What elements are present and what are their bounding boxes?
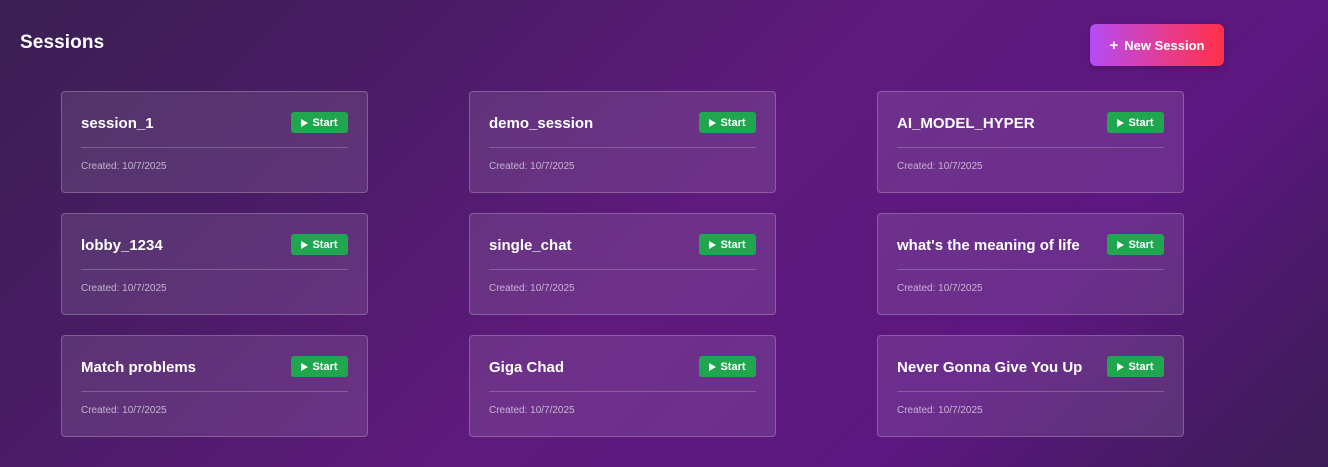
play-icon: [1117, 362, 1125, 371]
session-card: demo_session Start Created: 10/7/2025: [469, 91, 776, 193]
session-name: single_chat: [489, 237, 572, 254]
start-button[interactable]: Start: [1107, 356, 1164, 377]
created-date: Created: 10/7/2025: [489, 283, 575, 294]
session-card: session_1 Start Created: 10/7/2025: [61, 91, 368, 193]
created-date: Created: 10/7/2025: [81, 283, 167, 294]
new-session-button[interactable]: + New Session: [1090, 24, 1224, 66]
session-card: Match problems Start Created: 10/7/2025: [61, 335, 368, 437]
start-label: Start: [720, 116, 746, 129]
page-title: Sessions: [20, 32, 105, 53]
start-button[interactable]: Start: [291, 356, 348, 377]
session-name: demo_session: [489, 115, 594, 132]
start-label: Start: [720, 360, 746, 373]
new-session-label: New Session: [1124, 37, 1205, 53]
session-name: lobby_1234: [81, 237, 163, 254]
card-divider: [81, 269, 348, 270]
start-button[interactable]: Start: [699, 356, 756, 377]
play-icon: [1117, 118, 1125, 127]
play-icon: [301, 240, 309, 249]
card-divider: [489, 269, 756, 270]
created-date: Created: 10/7/2025: [897, 161, 983, 172]
session-name: what's the meaning of life: [897, 237, 1080, 254]
created-date: Created: 10/7/2025: [81, 161, 167, 172]
card-divider: [897, 147, 1164, 148]
start-label: Start: [1128, 360, 1154, 373]
created-date: Created: 10/7/2025: [897, 405, 983, 416]
session-card: AI_MODEL_HYPER Start Created: 10/7/2025: [877, 91, 1184, 193]
session-card: Never Gonna Give You Up Start Created: 1…: [877, 335, 1184, 437]
created-date: Created: 10/7/2025: [897, 283, 983, 294]
created-date: Created: 10/7/2025: [489, 405, 575, 416]
play-icon: [1117, 240, 1125, 249]
session-name: AI_MODEL_HYPER: [897, 115, 1035, 132]
start-button[interactable]: Start: [1107, 234, 1164, 255]
card-divider: [81, 391, 348, 392]
start-label: Start: [312, 238, 338, 251]
session-name: Giga Chad: [489, 359, 565, 376]
play-icon: [301, 118, 309, 127]
card-divider: [897, 269, 1164, 270]
session-name: Never Gonna Give You Up: [897, 359, 1083, 376]
created-date: Created: 10/7/2025: [489, 161, 575, 172]
start-label: Start: [1128, 238, 1154, 251]
card-divider: [489, 147, 756, 148]
start-button[interactable]: Start: [699, 112, 756, 133]
play-icon: [709, 362, 717, 371]
card-divider: [897, 391, 1164, 392]
play-icon: [709, 118, 717, 127]
sessions-grid: session_1 Start Created: 10/7/2025 demo_…: [61, 91, 1184, 437]
card-divider: [81, 147, 348, 148]
start-button[interactable]: Start: [1107, 112, 1164, 133]
session-name: Match problems: [81, 359, 197, 376]
start-button[interactable]: Start: [699, 234, 756, 255]
start-label: Start: [312, 360, 338, 373]
session-card: what's the meaning of life Start Created…: [877, 213, 1184, 315]
start-button[interactable]: Start: [291, 112, 348, 133]
created-date: Created: 10/7/2025: [81, 405, 167, 416]
start-label: Start: [720, 238, 746, 251]
play-icon: [301, 362, 309, 371]
play-icon: [709, 240, 717, 249]
session-card: single_chat Start Created: 10/7/2025: [469, 213, 776, 315]
start-button[interactable]: Start: [291, 234, 348, 255]
session-card: lobby_1234 Start Created: 10/7/2025: [61, 213, 368, 315]
session-name: session_1: [81, 115, 154, 132]
start-label: Start: [312, 116, 338, 129]
session-card: Giga Chad Start Created: 10/7/2025: [469, 335, 776, 437]
card-divider: [489, 391, 756, 392]
start-label: Start: [1128, 116, 1154, 129]
plus-icon: +: [1109, 37, 1119, 54]
